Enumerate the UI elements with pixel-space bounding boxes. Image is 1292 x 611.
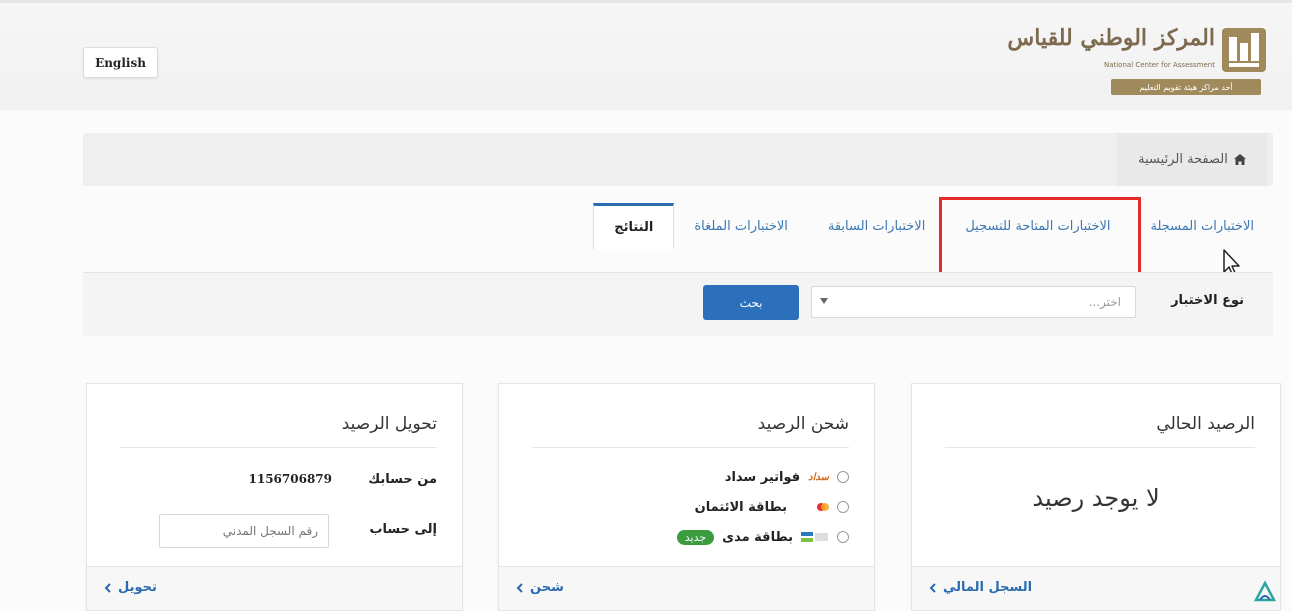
nca-logo[interactable]: المركز الوطني للقياس National Center for… (1007, 21, 1267, 101)
logo-tagline: أحد مراكز هيئة تقويم التعليم (1111, 79, 1261, 95)
payment-options: سداد فواتير سداد VISA بطاقة الائتمان بطا… (676, 462, 849, 552)
visa-mastercard-icon: VISA (795, 503, 829, 513)
logo-name-ar: المركز الوطني للقياس (1007, 25, 1215, 51)
chevron-left-icon (516, 582, 523, 593)
payment-option-label: بطاقة مدى (722, 529, 793, 545)
filter-bar: نوع الاختبار اختر... بحث (83, 272, 1273, 336)
civil-record-input[interactable] (159, 514, 329, 548)
divider (532, 447, 849, 448)
payment-option-credit-card[interactable]: VISA بطاقة الائتمان (677, 492, 849, 522)
financial-record-link[interactable]: السجل المالي (929, 580, 1032, 595)
payment-option-sadad[interactable]: سداد فواتير سداد (677, 462, 849, 492)
balance-card: الرصيد الحالي لا يوجد رصيد السجل المالي (911, 383, 1281, 611)
logo-name-en: National Center for Assessment (1103, 61, 1215, 69)
radio-button[interactable] (837, 501, 849, 513)
transfer-card-title: تحويل الرصيد (341, 414, 437, 434)
header-bar: English المركز الوطني للقياس National Ce… (0, 0, 1292, 110)
transfer-from-row: من حسابك 1156706879 (112, 464, 438, 498)
tab-results[interactable]: النتائج (593, 203, 675, 249)
chevron-down-icon (820, 298, 828, 304)
radio-button[interactable] (837, 471, 849, 483)
sadad-logo: سداد (808, 471, 829, 483)
search-button[interactable]: بحث (703, 285, 799, 320)
financial-record-link-label: السجل المالي (943, 580, 1033, 595)
tab-registered-exams[interactable]: الاختبارات المسجلة (1131, 203, 1274, 249)
logo-mark-icon (1222, 28, 1266, 72)
transfer-card: تحويل الرصيد من حسابك 1156706879 إلى حسا… (86, 383, 463, 611)
transfer-link-label: تحويل (118, 580, 157, 595)
highlight-annotation (939, 197, 1141, 282)
channel-watermark-icon (1253, 580, 1277, 602)
recharge-link[interactable]: شحن (516, 580, 564, 595)
recharge-card-title: شحن الرصيد (757, 414, 849, 434)
balance-value: لا يوجد رصيد (1032, 484, 1160, 512)
from-account-value: 1156706879 (248, 472, 333, 486)
payment-option-label: بطاقة الائتمان (694, 499, 787, 515)
radio-button[interactable] (837, 531, 849, 543)
divider (945, 447, 1255, 448)
exam-type-select[interactable]: اختر... (811, 286, 1136, 318)
tab-previous-exams[interactable]: الاختبارات السابقة (808, 203, 945, 249)
breadcrumb-home[interactable]: الصفحة الرئيسية (1117, 133, 1267, 186)
new-badge: جديد (676, 529, 715, 545)
mada-icon (801, 532, 828, 542)
divider (120, 447, 437, 448)
chevron-left-icon (104, 582, 111, 593)
recharge-card: شحن الرصيد سداد فواتير سداد VISA بطاقة ا… (498, 383, 875, 611)
breadcrumb-home-label: الصفحة الرئيسية (1138, 152, 1228, 167)
exam-type-select-value: اختر... (1088, 295, 1121, 309)
payment-option-mada[interactable]: بطاقة مدى جديد (676, 522, 849, 552)
chevron-left-icon (929, 582, 936, 593)
to-account-label: إلى حساب (369, 522, 437, 537)
recharge-card-footer: شحن (499, 566, 874, 610)
balance-card-footer: السجل المالي (912, 566, 1280, 610)
home-icon (1233, 154, 1246, 165)
breadcrumb-bar: الصفحة الرئيسية (83, 133, 1273, 186)
exam-tabs: الاختبارات المسجلة الاختبارات المتاحة لل… (593, 203, 1274, 249)
transfer-to-row: إلى حساب (112, 514, 437, 548)
transfer-card-footer: تحويل (87, 566, 462, 610)
from-account-label: من حسابك (368, 472, 437, 487)
tab-cancelled-exams[interactable]: الاختبارات الملغاة (674, 203, 808, 249)
balance-card-title: الرصيد الحالي (1156, 414, 1255, 434)
payment-option-label: فواتير سداد (724, 469, 801, 485)
exam-type-label: نوع الاختبار (1171, 293, 1244, 308)
language-toggle-button[interactable]: English (83, 47, 158, 78)
recharge-link-label: شحن (530, 580, 564, 595)
transfer-link[interactable]: تحويل (104, 580, 157, 595)
